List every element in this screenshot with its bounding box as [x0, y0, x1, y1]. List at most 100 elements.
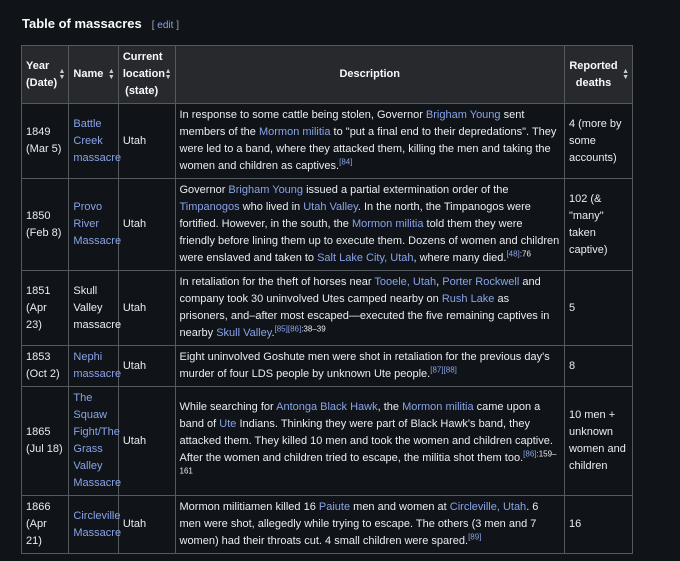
description-link[interactable]: Mormon militia	[259, 126, 331, 138]
cell-description: While searching for Antonga Black Hawk, …	[174, 386, 565, 496]
massacre-name-text: Skull Valley massacre	[73, 284, 122, 331]
table-row: 1866 (Apr 21) Circleville Massacre Utah Morm…	[20, 495, 634, 554]
column-header-deaths[interactable]: Reported deaths ▲ ▼	[563, 45, 634, 104]
date-text: (Mar 5)	[26, 143, 62, 155]
section-title: Table of massacres	[22, 16, 142, 31]
column-header-year[interactable]: Year (Date) ▲ ▼	[20, 45, 70, 104]
massacre-name-link[interactable]: Battle Creek massacre	[73, 118, 121, 164]
cell-deaths: 5	[563, 270, 634, 346]
description-link[interactable]: Brigham Young	[228, 184, 303, 196]
description-text: In response to some cattle being stolen,…	[179, 109, 426, 121]
description-link[interactable]: Skull Valley	[216, 327, 271, 339]
description-link[interactable]: Rush Lake	[442, 293, 495, 305]
reference-link[interactable]: [85]	[275, 324, 288, 333]
page-reference: :38–39	[301, 324, 326, 334]
cell-location: Utah	[117, 103, 176, 179]
column-header-label: (state)	[125, 85, 159, 97]
reference-link[interactable]: [86]	[288, 324, 301, 333]
description-link[interactable]: Tooele, Utah	[374, 276, 436, 288]
massacre-name-link[interactable]: Provo River Massacre	[73, 201, 121, 247]
reference-link[interactable]: [86]	[523, 449, 536, 458]
description-link[interactable]: Timpanogos	[180, 201, 240, 213]
reference-superscript: [87]	[430, 365, 443, 374]
cell-location: Utah	[117, 386, 176, 496]
table-body: 1849 (Mar 5) Battle Creek massacre Utah In r…	[20, 103, 634, 554]
cell-name: Nephi massacre	[68, 345, 121, 387]
cell-name: The Squaw Fight/The Grass Valley Massacr…	[68, 386, 121, 496]
sort-arrows-icon[interactable]: ▲ ▼	[108, 68, 115, 81]
cell-description: In retaliation for the theft of horses n…	[174, 270, 565, 346]
reference-link[interactable]: [87]	[430, 365, 443, 374]
description-text: , where many died.	[413, 252, 507, 264]
massacre-name-link[interactable]: Circleville Massacre	[73, 510, 121, 539]
reference-link[interactable]: [48]	[506, 249, 519, 258]
description-link[interactable]: Mormon militia	[352, 218, 424, 230]
edit-section-link[interactable]: edit	[157, 20, 173, 31]
massacres-table: Year (Date) ▲ ▼ Name ▲ ▼ Current location …	[20, 45, 634, 554]
page-reference: :76	[519, 249, 531, 259]
reference-link[interactable]: [88]	[444, 365, 457, 374]
cell-description: In response to some cattle being stolen,…	[174, 103, 565, 179]
description-text: While searching for	[179, 400, 277, 413]
massacre-name-link[interactable]: Nephi massacre	[73, 351, 121, 380]
description-text: Indians. Thinking they were part of Blac…	[179, 417, 553, 464]
table-row: 1853 (Oct 2) Nephi massacre Utah Eight uninv…	[20, 345, 634, 387]
cell-deaths: 8	[563, 345, 634, 387]
description-text: Governor	[179, 184, 229, 196]
edit-bracket-close: ]	[176, 20, 179, 31]
description-link[interactable]: Mormon militia	[402, 401, 474, 413]
reference-superscript: [86]	[288, 324, 301, 333]
table-header-row: Year (Date) ▲ ▼ Name ▲ ▼ Current location …	[20, 45, 634, 104]
description-link[interactable]: Circleville, Utah	[450, 501, 526, 513]
cell-location: Utah	[117, 270, 176, 346]
column-header-description: Description	[174, 45, 565, 104]
reference-link[interactable]: [84]	[339, 157, 352, 166]
date-text: (Feb 8)	[26, 226, 62, 239]
description-text: men and women at	[350, 501, 450, 513]
sort-arrows-icon[interactable]: ▲ ▼	[165, 68, 172, 81]
cell-year: 1866 (Apr 21)	[20, 495, 70, 554]
description-link[interactable]: Paiute	[319, 501, 350, 513]
cell-year: 1850 (Feb 8)	[20, 178, 70, 271]
year-text: 1853	[26, 351, 51, 363]
description-link[interactable]: Brigham Young	[426, 109, 501, 121]
sort-arrows-icon[interactable]: ▲ ▼	[58, 68, 65, 81]
date-text: (Apr 23)	[26, 301, 47, 331]
reference-link[interactable]: [89]	[468, 532, 481, 541]
cell-deaths: 10 men + unknown women and children	[563, 386, 634, 496]
cell-deaths: 102 (& "many" taken captive)	[563, 178, 634, 271]
description-text: Mormon militiamen killed 16	[179, 501, 319, 513]
description-link[interactable]: Porter Rockwell	[442, 276, 519, 288]
column-header-name[interactable]: Name ▲ ▼	[68, 45, 119, 104]
sort-arrows-icon[interactable]: ▲ ▼	[622, 68, 629, 81]
column-header-label: deaths	[575, 76, 612, 89]
massacre-name-link[interactable]: The Squaw Fight/The Grass Valley Massacr…	[73, 392, 121, 489]
reference-superscript: [88]	[444, 365, 457, 374]
table-row: 1850 (Feb 8) Provo River Massacre Utah Gover…	[20, 178, 634, 271]
edit-bracket-open: [	[151, 20, 155, 31]
description-link[interactable]: Antonga Black Hawk	[276, 401, 378, 413]
column-header-label: (Date)	[26, 76, 58, 89]
description-link[interactable]: Utah Valley	[303, 201, 358, 213]
year-text: 1851	[26, 284, 51, 297]
cell-year: 1853 (Oct 2)	[20, 345, 70, 387]
column-header-location[interactable]: Current location (state) ▲ ▼	[117, 45, 176, 104]
year-text: 1850	[26, 209, 51, 222]
reference-superscript: [86]	[523, 449, 536, 458]
cell-description: Governor Brigham Young issued a partial …	[174, 178, 565, 271]
cell-description: Mormon militiamen killed 16 Paiute men a…	[174, 495, 565, 554]
column-header-label: Name	[73, 68, 104, 80]
cell-year: 1849 (Mar 5)	[20, 103, 70, 179]
cell-location: Utah	[117, 345, 176, 387]
description-text: who lived in	[239, 201, 304, 213]
description-link[interactable]: Salt Lake City, Utah	[317, 252, 413, 264]
reference-superscript: [48]	[506, 249, 519, 258]
reference-superscript: [89]	[468, 532, 481, 541]
description-text: In retaliation for the theft of horses n…	[179, 276, 375, 288]
page: { "heading": { "title": "Table of massac…	[0, 0, 680, 561]
cell-year: 1851 (Apr 23)	[20, 270, 70, 346]
table-row: 1851 (Apr 23) Skull Valley massacre Utah In …	[20, 270, 634, 346]
table-row: 1865 (Jul 18) The Squaw Fight/The Grass Va…	[20, 386, 634, 496]
description-text: issued a partial extermination order of …	[303, 184, 509, 196]
description-link[interactable]: Ute	[219, 418, 236, 430]
